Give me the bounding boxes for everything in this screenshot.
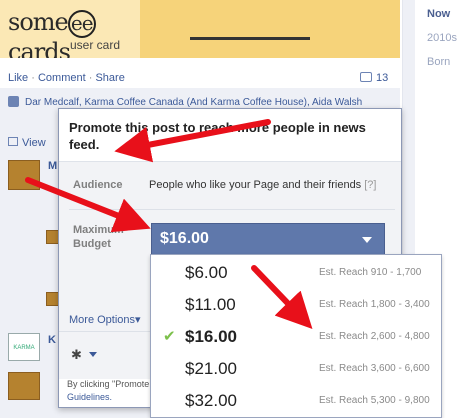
budget-option[interactable]: $21.00 Est. Reach 3,600 - 6,600 — [151, 353, 441, 385]
budget-option-reach: Est. Reach 3,600 - 6,600 — [319, 363, 430, 374]
comment-count[interactable]: 13 — [360, 72, 388, 84]
budget-option-amount: $6.00 — [185, 263, 228, 282]
card-logo-panel: some eecards user card — [0, 0, 140, 58]
budget-option-reach: Est. Reach 1,800 - 3,400 — [319, 299, 430, 310]
budget-option-amount: $32.00 — [185, 391, 237, 410]
budget-dropdown-list: $6.00 Est. Reach 910 - 1,700 $11.00 Est.… — [150, 254, 442, 418]
timeline-born[interactable]: Born — [427, 56, 450, 68]
share-link[interactable]: Share — [95, 72, 124, 84]
budget-option-amount: $21.00 — [185, 359, 237, 378]
like-link[interactable]: Like — [8, 72, 28, 84]
caret-down-icon: ▾ — [135, 314, 141, 326]
card-subtitle: user card — [70, 38, 121, 52]
comment-link[interactable]: Comment — [38, 72, 86, 84]
budget-select[interactable]: $16.00 — [151, 223, 385, 255]
comment-icon — [360, 72, 372, 82]
budget-option[interactable]: $32.00 Est. Reach 5,300 - 9,800 — [151, 385, 441, 417]
likes-text[interactable]: Dar Medcalf, Karma Coffee Canada (And Ka… — [25, 97, 362, 108]
budget-option-amount: $11.00 — [185, 295, 236, 314]
budget-option-reach: Est. Reach 910 - 1,700 — [319, 267, 422, 278]
promote-dialog-title: Promote this post to reach more people i… — [69, 120, 366, 152]
card-illustration — [190, 0, 310, 40]
karma-avatar[interactable]: KARMA — [8, 333, 40, 361]
budget-select-value: $16.00 — [160, 230, 209, 247]
budget-option[interactable]: $6.00 Est. Reach 910 - 1,700 — [151, 257, 441, 289]
more-options-link[interactable]: More Options▾ — [69, 313, 141, 326]
someecards-card-image[interactable]: some eecards user card — [0, 0, 400, 58]
comment-bubble-icon — [8, 137, 18, 146]
timeline-now[interactable]: Now — [427, 8, 450, 20]
audience-label: Audience — [73, 179, 123, 191]
checkmark-icon: ✔ — [163, 328, 176, 345]
karma-name-initial[interactable]: K — [48, 334, 56, 346]
commenter-name-initial[interactable]: M — [48, 160, 57, 172]
budget-option[interactable]: $11.00 Est. Reach 1,800 - 3,400 — [151, 289, 441, 321]
budget-option-selected[interactable]: ✔ $16.00 Est. Reach 2,600 - 4,800 — [151, 321, 441, 353]
budget-option-reach: Est. Reach 5,300 - 9,800 — [319, 395, 430, 406]
thumbs-up-icon — [8, 96, 19, 107]
view-comments[interactable]: View — [8, 137, 46, 149]
budget-option-reach: Est. Reach 2,600 - 4,800 — [319, 331, 430, 342]
audience-help-link[interactable]: [?] — [364, 179, 376, 191]
audience-value: People who like your Page and their frie… — [149, 179, 377, 191]
divider — [69, 209, 395, 210]
post-actions: Like · Comment · Share — [8, 72, 125, 84]
max-budget-label: Maximum Budget — [73, 224, 124, 250]
timeline-2010s[interactable]: 2010s — [427, 32, 457, 44]
gear-icon[interactable]: ✱ — [71, 347, 82, 363]
commenter-avatar[interactable] — [8, 372, 40, 400]
budget-option-amount: $16.00 — [185, 327, 237, 346]
commenter-avatar[interactable] — [8, 160, 40, 190]
gear-menu-caret-icon[interactable] — [89, 352, 97, 357]
comment-count-value: 13 — [376, 72, 389, 84]
guidelines-link[interactable]: Guidelines. — [67, 392, 112, 402]
terms-text: By clicking "Promote — [67, 379, 150, 389]
chevron-down-icon — [362, 237, 372, 243]
